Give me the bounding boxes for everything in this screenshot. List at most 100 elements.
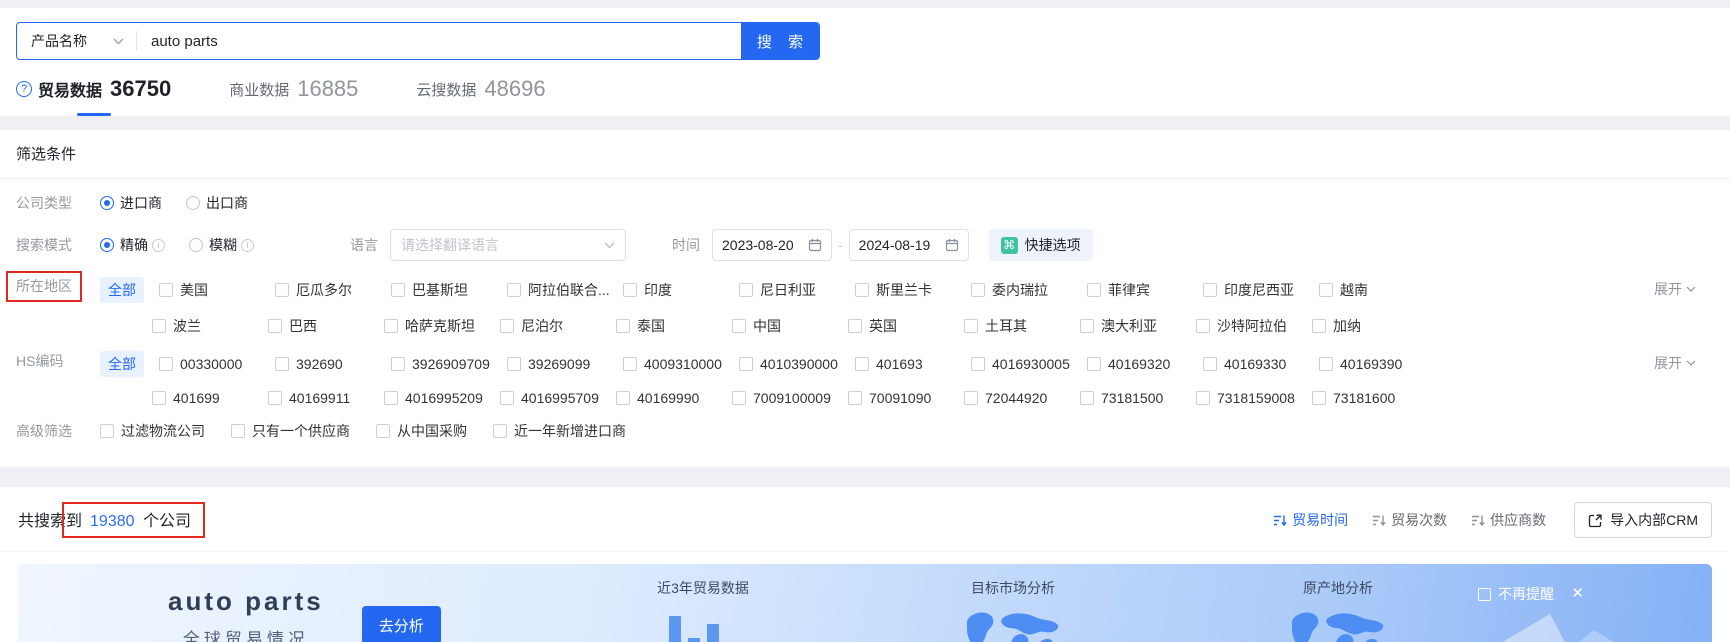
tab-cloud-search-data[interactable]: 云搜数据 48696 bbox=[416, 76, 545, 116]
close-icon[interactable]: ✕ bbox=[1571, 584, 1584, 602]
region-checkbox-option[interactable]: 加纳 bbox=[1312, 316, 1428, 336]
checkbox-icon[interactable] bbox=[971, 357, 985, 371]
region-checkbox-option[interactable]: 土耳其 bbox=[964, 316, 1080, 336]
search-category-select[interactable]: 产品名称 bbox=[17, 23, 136, 59]
checkbox-icon[interactable] bbox=[616, 391, 630, 405]
sort-trade-time[interactable]: 贸易时间 bbox=[1273, 510, 1348, 530]
region-checkbox-option[interactable]: 印度尼西亚 bbox=[1203, 280, 1319, 300]
region-checkbox-option[interactable]: 波兰 bbox=[152, 316, 268, 336]
import-crm-button[interactable]: 导入内部CRM bbox=[1574, 502, 1712, 538]
hs-checkbox-option[interactable]: 4009310000 bbox=[623, 356, 739, 372]
region-checkbox-option[interactable]: 哈萨克斯坦 bbox=[384, 316, 500, 336]
checkbox-icon[interactable] bbox=[1203, 357, 1217, 371]
hs-checkbox-option[interactable]: 39269099 bbox=[507, 356, 623, 372]
hs-checkbox-option[interactable]: 40169320 bbox=[1087, 356, 1203, 372]
checkbox-icon[interactable] bbox=[100, 424, 114, 438]
checkbox-icon[interactable] bbox=[1087, 357, 1101, 371]
region-checkbox-option[interactable]: 中国 bbox=[732, 316, 848, 336]
checkbox-icon[interactable] bbox=[732, 319, 746, 333]
region-expand-toggle[interactable]: 展开 bbox=[1654, 279, 1696, 299]
advanced-checkbox-option[interactable]: 从中国采购 bbox=[376, 421, 467, 441]
region-checkbox-option[interactable]: 泰国 bbox=[616, 316, 732, 336]
region-all-tag[interactable]: 全部 bbox=[100, 277, 144, 303]
hs-expand-toggle[interactable]: 展开 bbox=[1654, 353, 1696, 373]
checkbox-icon[interactable] bbox=[623, 357, 637, 371]
checkbox-icon[interactable] bbox=[848, 319, 862, 333]
checkbox-icon[interactable] bbox=[623, 283, 637, 297]
checkbox-icon[interactable] bbox=[500, 391, 514, 405]
checkbox-icon[interactable] bbox=[1319, 283, 1333, 297]
sort-trade-count[interactable]: 贸易次数 bbox=[1372, 510, 1447, 530]
end-date-input[interactable]: 2024-08-19 bbox=[848, 229, 969, 261]
advanced-checkbox-option[interactable]: 近一年新增进口商 bbox=[493, 421, 626, 441]
language-select[interactable]: 请选择翻译语言 bbox=[390, 229, 626, 261]
radio-importer[interactable]: 进口商 bbox=[100, 193, 162, 213]
checkbox-icon[interactable] bbox=[391, 357, 405, 371]
hs-checkbox-option[interactable]: 3926909709 bbox=[391, 356, 507, 372]
checkbox-icon[interactable] bbox=[1087, 283, 1101, 297]
region-checkbox-option[interactable]: 印度 bbox=[623, 280, 739, 300]
checkbox-icon[interactable] bbox=[1203, 283, 1217, 297]
search-button[interactable]: 搜 索 bbox=[741, 23, 819, 59]
hs-checkbox-option[interactable]: 73181600 bbox=[1312, 390, 1428, 406]
checkbox-icon[interactable] bbox=[152, 319, 166, 333]
hs-checkbox-option[interactable]: 70091090 bbox=[848, 390, 964, 406]
checkbox-icon[interactable] bbox=[855, 283, 869, 297]
region-checkbox-option[interactable]: 尼泊尔 bbox=[500, 316, 616, 336]
checkbox-icon[interactable] bbox=[1312, 391, 1326, 405]
checkbox-icon[interactable] bbox=[855, 357, 869, 371]
hs-checkbox-option[interactable]: 40169390 bbox=[1319, 356, 1435, 372]
checkbox-icon[interactable] bbox=[1319, 357, 1333, 371]
checkbox-icon[interactable] bbox=[739, 283, 753, 297]
hs-checkbox-option[interactable]: 4016995209 bbox=[384, 390, 500, 406]
info-icon[interactable]: i bbox=[241, 238, 254, 252]
checkbox-icon[interactable] bbox=[1312, 319, 1326, 333]
checkbox-icon[interactable] bbox=[1080, 391, 1094, 405]
advanced-checkbox-option[interactable]: 只有一个供应商 bbox=[231, 421, 350, 441]
checkbox-icon[interactable] bbox=[391, 283, 405, 297]
hs-all-tag[interactable]: 全部 bbox=[100, 351, 144, 377]
region-checkbox-option[interactable]: 斯里兰卡 bbox=[855, 280, 971, 300]
checkbox-icon[interactable] bbox=[507, 283, 521, 297]
checkbox-icon[interactable] bbox=[500, 319, 514, 333]
info-icon[interactable]: i bbox=[152, 238, 165, 252]
hs-checkbox-option[interactable]: 40169911 bbox=[268, 390, 384, 406]
region-checkbox-option[interactable]: 尼日利亚 bbox=[739, 280, 855, 300]
region-checkbox-option[interactable]: 巴基斯坦 bbox=[391, 280, 507, 300]
checkbox-icon[interactable] bbox=[231, 424, 245, 438]
quick-options-button[interactable]: ⌘ 快捷选项 bbox=[988, 229, 1093, 261]
checkbox-icon[interactable] bbox=[739, 357, 753, 371]
region-checkbox-option[interactable]: 厄瓜多尔 bbox=[275, 280, 391, 300]
hs-checkbox-option[interactable]: 72044920 bbox=[964, 390, 1080, 406]
tab-trade-data[interactable]: ? 贸易数据 36750 bbox=[16, 76, 171, 116]
checkbox-icon[interactable] bbox=[964, 319, 978, 333]
checkbox-icon[interactable] bbox=[848, 391, 862, 405]
tab-business-data[interactable]: 商业数据 16885 bbox=[229, 76, 358, 116]
checkbox-icon[interactable] bbox=[159, 357, 173, 371]
region-checkbox-option[interactable]: 美国 bbox=[159, 280, 275, 300]
start-date-input[interactable]: 2023-08-20 bbox=[712, 229, 832, 261]
hs-checkbox-option[interactable]: 73181500 bbox=[1080, 390, 1196, 406]
search-input[interactable] bbox=[137, 23, 741, 59]
hs-checkbox-option[interactable]: 7318159008 bbox=[1196, 390, 1312, 406]
hs-checkbox-option[interactable]: 7009100009 bbox=[732, 390, 848, 406]
checkbox-icon[interactable] bbox=[1080, 319, 1094, 333]
hs-checkbox-option[interactable]: 4010390000 bbox=[739, 356, 855, 372]
checkbox-icon[interactable] bbox=[268, 319, 282, 333]
checkbox-icon[interactable] bbox=[275, 357, 289, 371]
hs-checkbox-option[interactable]: 4016930005 bbox=[971, 356, 1087, 372]
region-checkbox-option[interactable]: 菲律宾 bbox=[1087, 280, 1203, 300]
checkbox-icon[interactable] bbox=[971, 283, 985, 297]
checkbox-icon[interactable] bbox=[732, 391, 746, 405]
region-checkbox-option[interactable]: 沙特阿拉伯 bbox=[1196, 316, 1312, 336]
checkbox-icon[interactable] bbox=[384, 391, 398, 405]
hs-checkbox-option[interactable]: 392690 bbox=[275, 356, 391, 372]
hs-checkbox-option[interactable]: 40169990 bbox=[616, 390, 732, 406]
dismiss-checkbox[interactable]: 不再提醒 bbox=[1478, 584, 1554, 604]
checkbox-icon[interactable] bbox=[1196, 391, 1210, 405]
checkbox-icon[interactable] bbox=[152, 391, 166, 405]
checkbox-icon[interactable] bbox=[964, 391, 978, 405]
region-checkbox-option[interactable]: 英国 bbox=[848, 316, 964, 336]
checkbox-icon[interactable] bbox=[1478, 587, 1491, 601]
region-checkbox-option[interactable]: 阿拉伯联合... bbox=[507, 280, 623, 300]
